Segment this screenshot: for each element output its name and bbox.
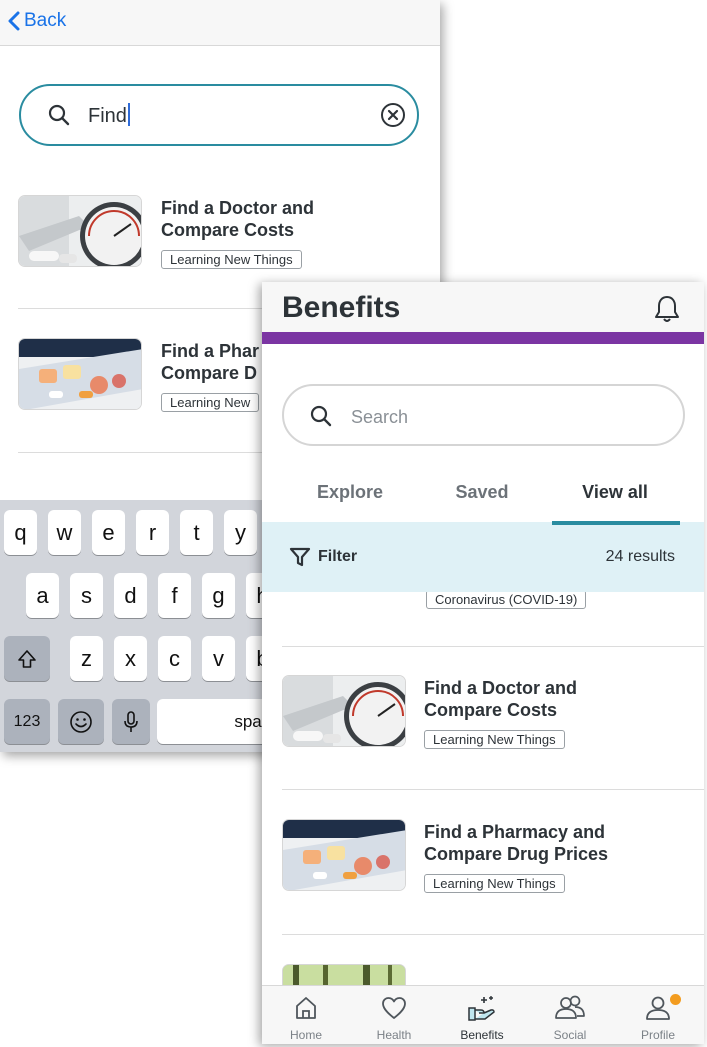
brand-bar <box>262 332 704 344</box>
result-title: Find a Doctor and Compare Costs <box>161 198 314 240</box>
key-y[interactable]: y <box>224 510 257 555</box>
doctor-thumbnail <box>18 195 142 267</box>
text-cursor <box>127 103 130 126</box>
key-d[interactable]: d <box>114 573 147 618</box>
result-title: Find a Phar Compare D <box>161 341 260 383</box>
key-f[interactable]: f <box>158 573 191 618</box>
key-e[interactable]: e <box>92 510 125 555</box>
key-r[interactable]: r <box>136 510 169 555</box>
nav-health[interactable]: Health <box>350 986 438 1044</box>
filter-label: Filter <box>318 548 358 565</box>
divider <box>282 789 704 790</box>
shift-key[interactable] <box>4 636 50 681</box>
benefits-screen: Benefits Explore Saved View all Coronavi… <box>262 282 704 1044</box>
nav-label: Home <box>289 1028 322 1042</box>
microphone-icon <box>124 710 138 732</box>
search-field[interactable] <box>282 384 685 446</box>
emoji-icon <box>70 710 92 733</box>
nav-social[interactable]: Social <box>526 986 614 1044</box>
key-t[interactable]: t <box>180 510 213 555</box>
category-tag: Learning New Things <box>424 874 565 893</box>
category-tag: Coronavirus (COVID-19) <box>426 590 587 609</box>
result-title: Find a Pharmacy and Compare Drug Prices <box>424 822 609 864</box>
nav-label: Social <box>553 1028 587 1042</box>
back-button[interactable]: Back <box>8 9 66 33</box>
heart-icon <box>382 997 406 1019</box>
doctor-thumbnail <box>282 675 406 747</box>
active-tab-indicator <box>552 521 680 525</box>
funnel-icon <box>289 547 311 567</box>
nav-label: Profile <box>640 1028 675 1042</box>
shift-arrow-icon <box>18 649 36 668</box>
key-s[interactable]: s <box>70 573 103 618</box>
key-z[interactable]: z <box>70 636 103 681</box>
divider <box>282 934 704 935</box>
filter-bar: Filter 24 results <box>262 522 704 592</box>
notification-dot <box>670 994 681 1005</box>
tab-explore[interactable]: Explore <box>285 482 415 526</box>
nav-label: Benefits <box>460 1028 504 1042</box>
result-title: Find a Doctor and Compare Costs <box>424 678 577 720</box>
dictation-key[interactable] <box>112 699 150 744</box>
emoji-key[interactable] <box>58 699 104 744</box>
pill-organizer-thumbnail <box>282 819 406 891</box>
back-label: Back <box>24 10 67 31</box>
tab-saved[interactable]: Saved <box>417 482 547 526</box>
home-icon <box>296 997 316 1019</box>
bottom-navigation: Home Health Benefits Social Profile <box>262 985 704 1044</box>
clear-icon[interactable] <box>380 102 406 128</box>
numbers-key[interactable]: 123 <box>4 699 50 744</box>
header: Benefits <box>262 282 704 332</box>
key-a[interactable]: a <box>26 573 59 618</box>
nav-profile[interactable]: Profile <box>614 986 702 1044</box>
key-v[interactable]: v <box>202 636 235 681</box>
results-count: 24 results <box>605 548 675 565</box>
category-tag: Learning New Things <box>424 730 565 749</box>
tab-bar: Explore Saved View all <box>262 482 704 526</box>
search-value: Find <box>88 105 127 127</box>
filter-button[interactable]: Filter <box>289 546 357 568</box>
key-q[interactable]: q <box>4 510 37 555</box>
pill-organizer-thumbnail <box>18 338 142 410</box>
nav-home[interactable]: Home <box>262 986 350 1044</box>
bell-icon[interactable] <box>652 294 682 324</box>
key-g[interactable]: g <box>202 573 235 618</box>
search-input[interactable]: Find <box>19 84 419 146</box>
key-x[interactable]: x <box>114 636 147 681</box>
key-w[interactable]: w <box>48 510 81 555</box>
nav-label: Health <box>376 1028 412 1042</box>
search-icon <box>310 405 332 427</box>
category-tag: Learning New Things <box>161 250 302 269</box>
search-icon <box>48 104 70 126</box>
benefits-hand-icon <box>468 996 495 1021</box>
divider <box>282 646 704 647</box>
key-c[interactable]: c <box>158 636 191 681</box>
person-icon <box>646 996 670 1020</box>
nav-benefits[interactable]: Benefits <box>438 986 526 1044</box>
category-tag: Learning New <box>161 393 260 412</box>
people-icon <box>555 995 585 1019</box>
tab-view-all[interactable]: View all <box>550 482 680 526</box>
search-input[interactable] <box>349 402 653 432</box>
page-title: Benefits <box>282 291 401 324</box>
nav-bar: Back <box>0 0 440 46</box>
chevron-left-icon <box>8 11 20 31</box>
